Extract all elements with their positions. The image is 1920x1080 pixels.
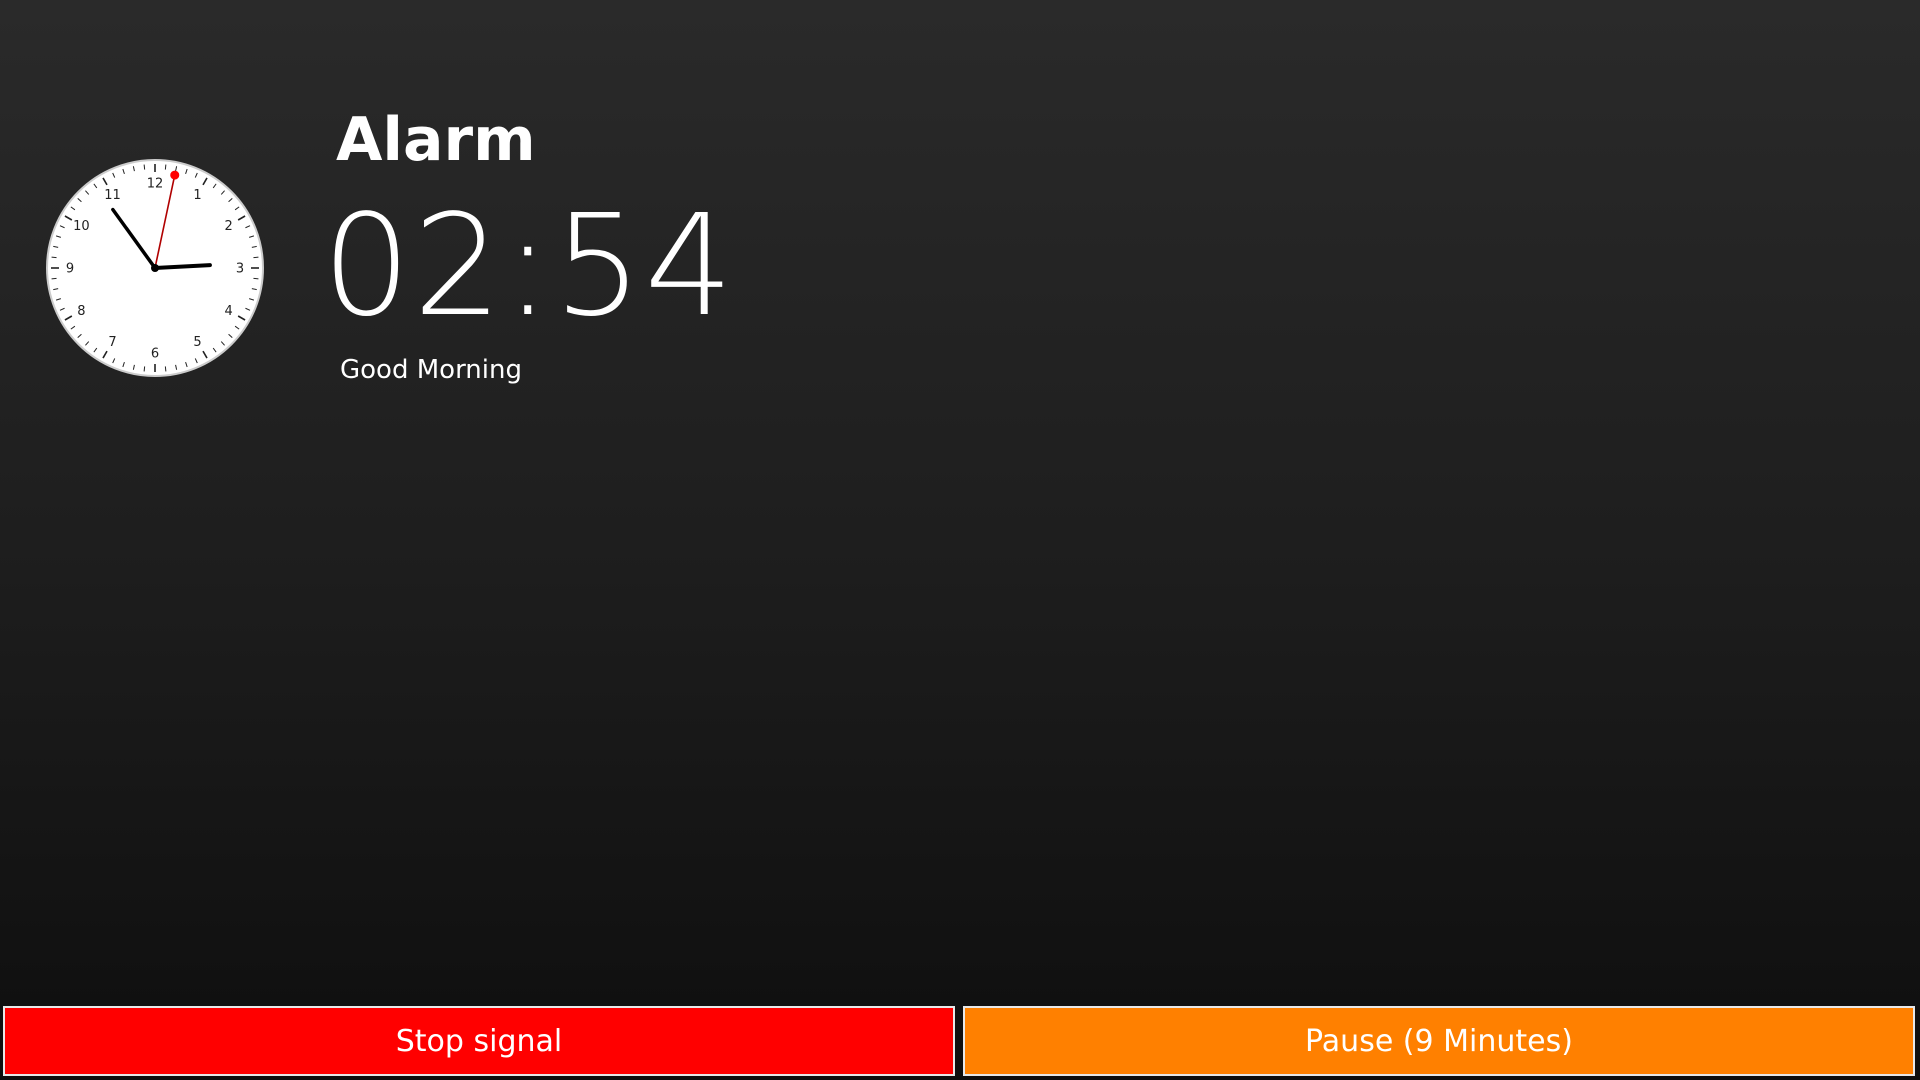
clock-tick bbox=[143, 164, 146, 170]
clock-numeral: 1 bbox=[193, 188, 201, 203]
pause-button[interactable]: Pause (9 Minutes) bbox=[963, 1006, 1915, 1076]
clock-numeral: 12 bbox=[147, 177, 164, 192]
clock-tick bbox=[164, 366, 167, 372]
second-hand-tip bbox=[170, 170, 180, 180]
clock-tick bbox=[51, 277, 57, 280]
clock-center-pin bbox=[151, 264, 159, 272]
clock-tick bbox=[253, 256, 259, 259]
clock-tick bbox=[143, 366, 146, 372]
clock-tick bbox=[253, 277, 259, 280]
clock-numeral: 8 bbox=[77, 304, 85, 319]
clock-numeral: 3 bbox=[236, 262, 244, 277]
stop-signal-button[interactable]: Stop signal bbox=[3, 1006, 955, 1076]
clock-numeral: 6 bbox=[151, 347, 159, 362]
alarm-message: Good Morning bbox=[340, 355, 522, 385]
clock-face: 121234567891011 bbox=[46, 159, 264, 377]
clock-numeral: 4 bbox=[224, 304, 232, 319]
clock-tick bbox=[51, 256, 57, 259]
analog-clock: 12 1 2 3 4 5 6 7 8 9 10 11 bbox=[45, 158, 265, 378]
clock-tick bbox=[164, 164, 167, 170]
clock-numeral: 7 bbox=[108, 335, 116, 350]
clock-numeral: 2 bbox=[224, 219, 232, 234]
alarm-title: Alarm bbox=[336, 105, 536, 175]
clock-numeral: 11 bbox=[104, 188, 121, 203]
clock-numeral: 10 bbox=[73, 219, 90, 234]
alarm-time: 02:54 bbox=[322, 185, 736, 348]
clock-numeral: 9 bbox=[66, 262, 74, 277]
clock-numeral: 5 bbox=[193, 335, 201, 350]
